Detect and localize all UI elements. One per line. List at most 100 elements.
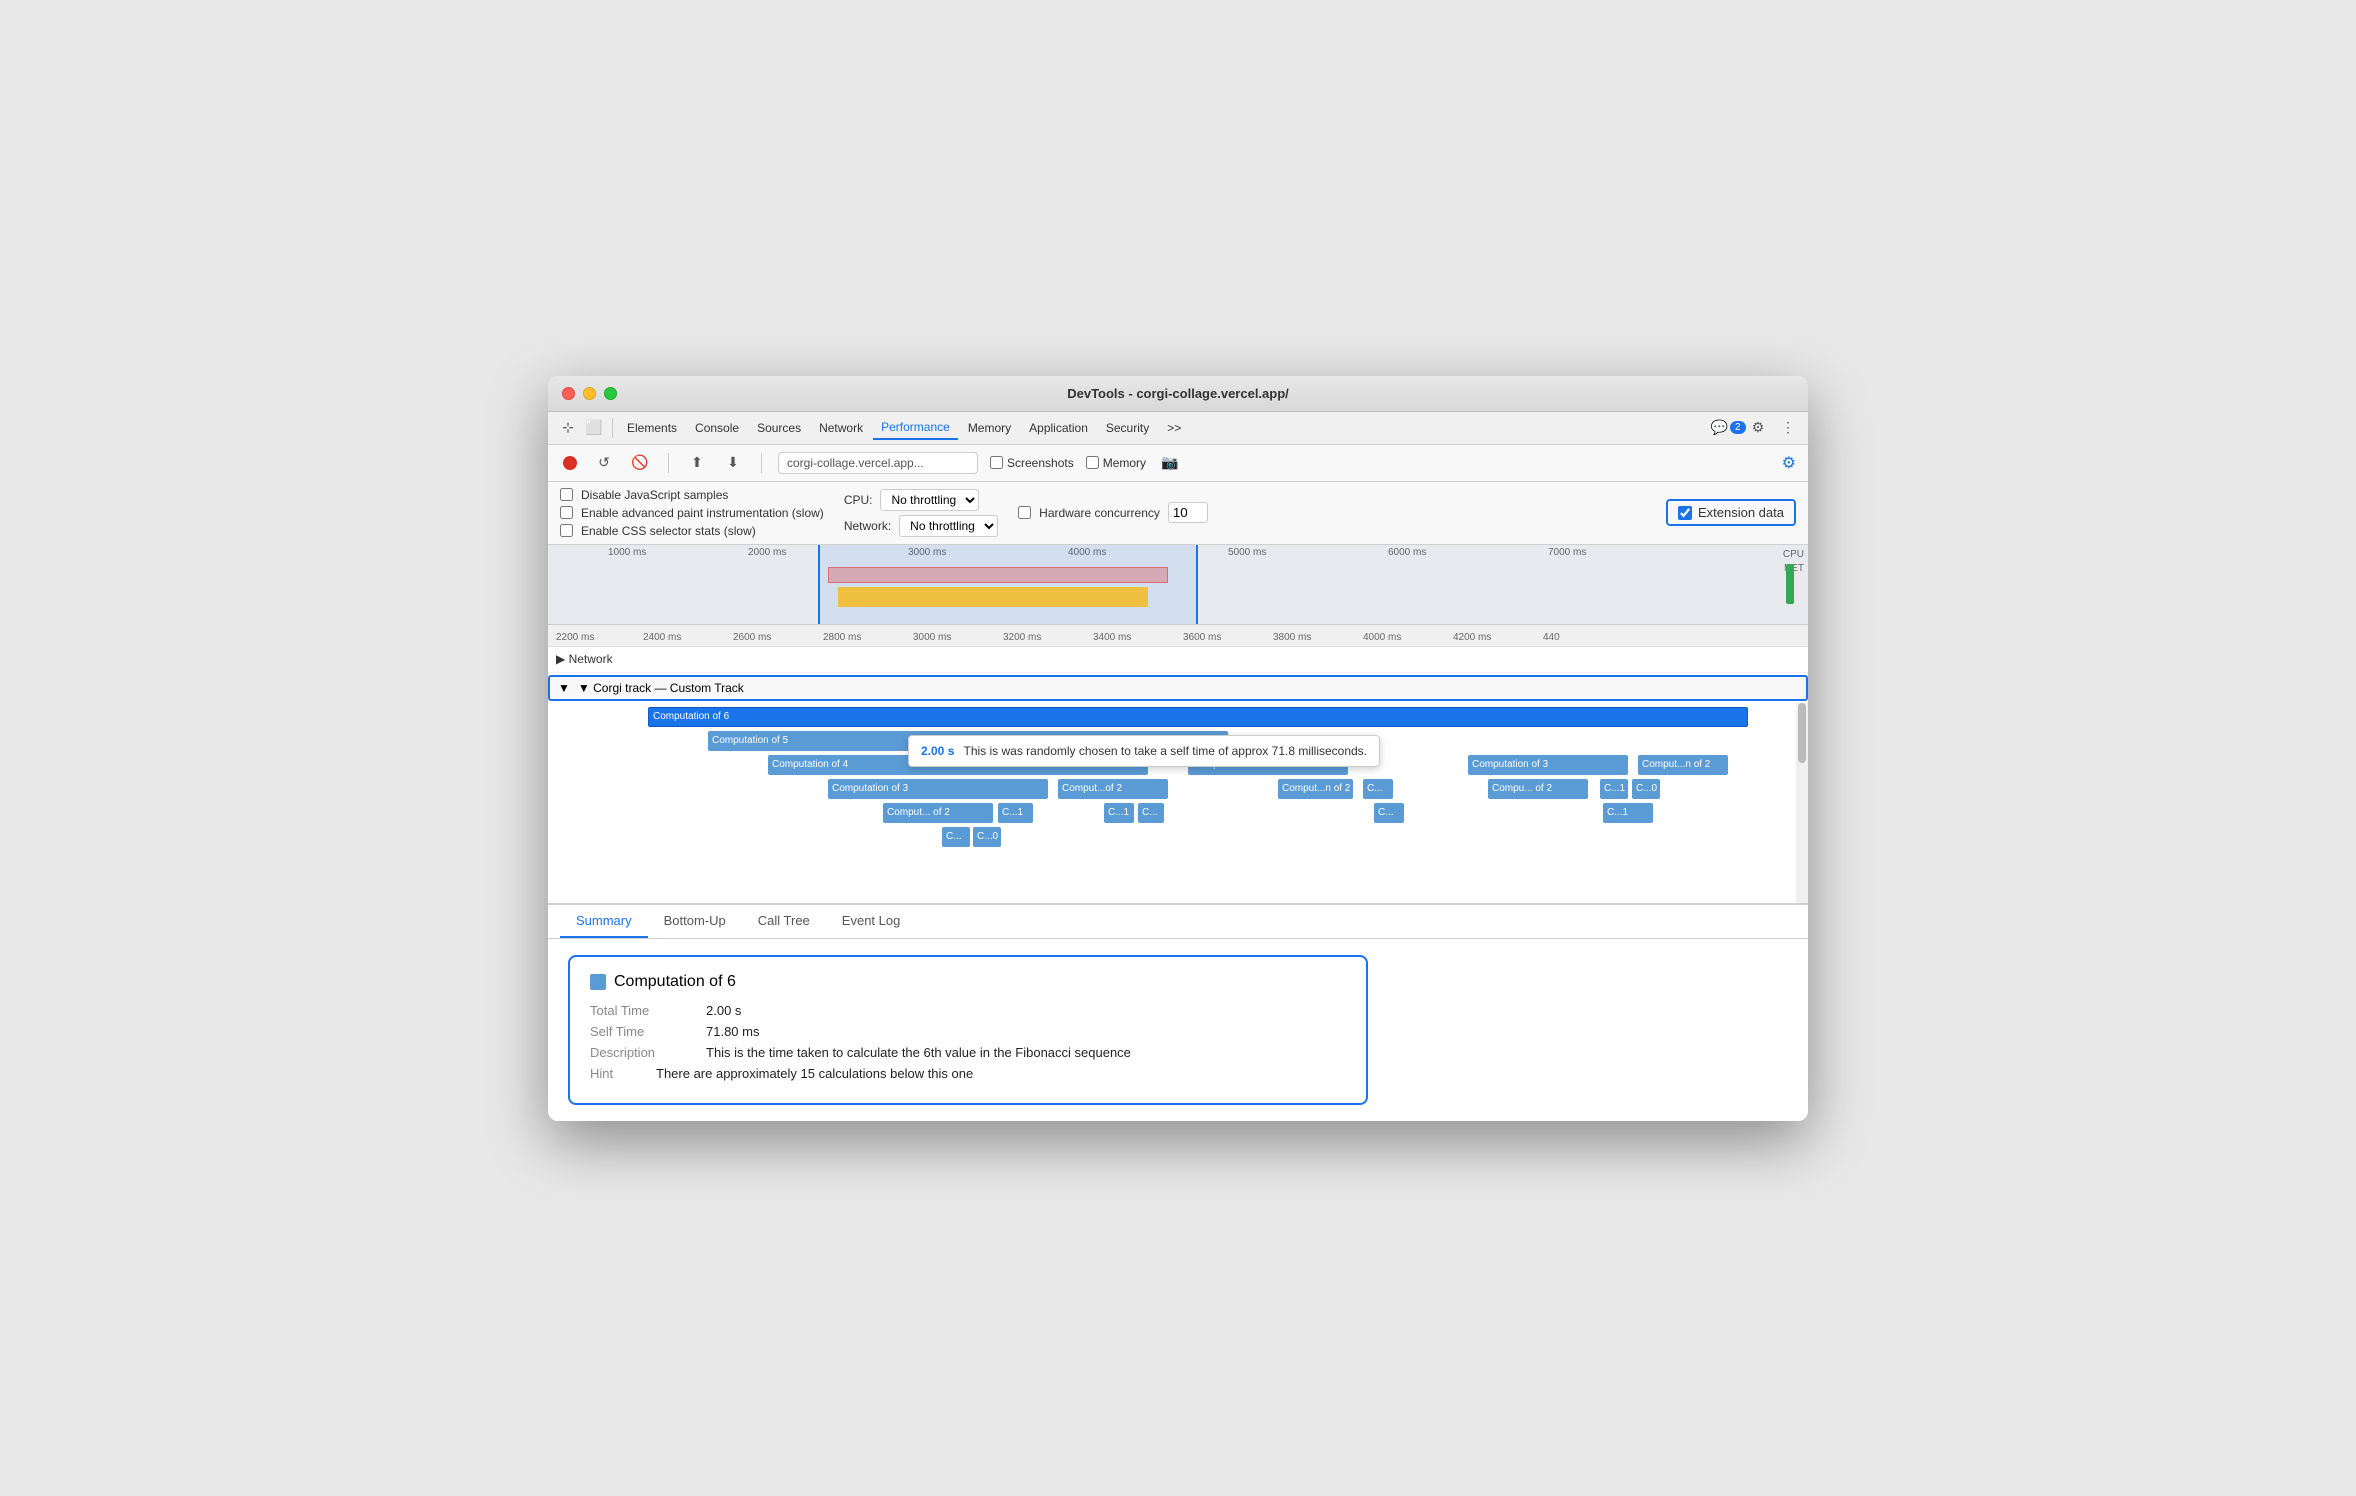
screenshots-option: Screenshots (990, 456, 1074, 470)
flame-block-comp3b[interactable]: Computation of 3 (1468, 755, 1628, 775)
settings-icon[interactable]: ⚙ (1746, 416, 1770, 440)
summary-hint-row: Hint There are approximately 15 calculat… (590, 1066, 1346, 1081)
screenshots-checkbox[interactable] (990, 456, 1003, 469)
tab-summary[interactable]: Summary (560, 905, 648, 938)
ruler-7000: 7000 ms (1548, 547, 1586, 558)
window-title: DevTools - corgi-collage.vercel.app/ (1067, 386, 1289, 401)
flame-block-r6-1[interactable]: C... (942, 827, 970, 847)
flame-block-r4-1[interactable]: Computation of 3 (828, 779, 1048, 799)
upload-icon[interactable]: ⬆ (685, 451, 709, 475)
memory-checkbox[interactable] (1086, 456, 1099, 469)
traffic-lights (562, 387, 617, 400)
flame-block-r4-5[interactable]: Compu... of 2 (1488, 779, 1588, 799)
option-col-2: CPU: No throttling Network: No throttlin… (844, 489, 998, 537)
summary-box: Computation of 6 Total Time 2.00 s Self … (568, 955, 1368, 1105)
badge: 2 (1730, 421, 1746, 434)
flame-block-r4-6[interactable]: C...1 (1600, 779, 1628, 799)
toolbar-right: 💬2 ⚙ ⋮ (1716, 416, 1800, 440)
url-display: corgi-collage.vercel.app... (778, 452, 978, 474)
minimize-button[interactable] (583, 387, 596, 400)
network-track-label[interactable]: ▶ Network (548, 652, 648, 666)
flame-block-r4-3[interactable]: Comput...n of 2 (1278, 779, 1353, 799)
devtools-window: DevTools - corgi-collage.vercel.app/ ⊹ ⬜… (548, 376, 1808, 1121)
tab-performance[interactable]: Performance (873, 416, 958, 440)
sep-3 (761, 453, 762, 473)
main-toolbar: ⊹ ⬜ Elements Console Sources Network Per… (548, 412, 1808, 445)
disable-js-checkbox[interactable] (560, 488, 573, 501)
tab-application[interactable]: Application (1021, 417, 1096, 439)
hint-val: There are approximately 15 calculations … (656, 1066, 973, 1081)
summary-panel: Computation of 6 Total Time 2.00 s Self … (548, 939, 1808, 1121)
ruler-2000: 2000 ms (748, 547, 786, 558)
tab-call-tree[interactable]: Call Tree (742, 905, 826, 938)
close-button[interactable] (562, 387, 575, 400)
flame-block-r5-4[interactable]: C... (1138, 803, 1164, 823)
chat-icon[interactable]: 💬2 (1716, 416, 1740, 440)
flame-row-5: Comput... of 2 C...1 C...1 C... C... C..… (648, 803, 1808, 825)
clear-icon[interactable]: 🚫 (628, 451, 652, 475)
rl-4200: 4200 ms (1453, 632, 1491, 643)
hardware-label: Hardware concurrency (1039, 506, 1160, 520)
flame-block-r4-4[interactable]: C... (1363, 779, 1393, 799)
flame-block-r5-2[interactable]: C...1 (998, 803, 1033, 823)
flame-block-r4-7[interactable]: C...0 (1632, 779, 1660, 799)
flame-block-comp2a[interactable]: Comput...n of 2 (1638, 755, 1728, 775)
rl-3800: 3800 ms (1273, 632, 1311, 643)
inspect-icon[interactable]: ⊹ (556, 416, 580, 440)
rl-3600: 3600 ms (1183, 632, 1221, 643)
record-circle (563, 456, 577, 470)
extension-data-checkbox[interactable] (1678, 506, 1692, 520)
flame-row-4: Computation of 3 Comput...of 2 Comput...… (648, 779, 1808, 801)
css-stats-checkbox[interactable] (560, 524, 573, 537)
timeline-container: 1000 ms 2000 ms 3000 ms 4000 ms 5000 ms … (548, 545, 1808, 904)
flame-block-comp6[interactable]: Computation of 6 (648, 707, 1748, 727)
record-button[interactable] (560, 453, 580, 473)
more-icon[interactable]: ⋮ (1776, 416, 1800, 440)
flame-block-r5-5[interactable]: C... (1374, 803, 1404, 823)
tab-security[interactable]: Security (1098, 417, 1157, 439)
advanced-paint-checkbox[interactable] (560, 506, 573, 519)
disable-js-option: Disable JavaScript samples (560, 488, 824, 502)
tab-elements[interactable]: Elements (619, 417, 685, 439)
reload-icon[interactable]: ↺ (592, 451, 616, 475)
settings-blue-icon[interactable]: ⚙ (1782, 455, 1796, 472)
vertical-scrollbar[interactable] (1796, 703, 1808, 903)
description-val: This is the time taken to calculate the … (706, 1045, 1131, 1060)
download-icon[interactable]: ⬇ (721, 451, 745, 475)
scrollbar-thumb[interactable] (1798, 703, 1806, 763)
timeline-overview[interactable]: 1000 ms 2000 ms 3000 ms 4000 ms 5000 ms … (548, 545, 1808, 625)
cpu-select[interactable]: No throttling (880, 489, 979, 511)
advanced-paint-label: Enable advanced paint instrumentation (s… (581, 506, 824, 520)
css-stats-label: Enable CSS selector stats (slow) (581, 524, 756, 538)
device-icon[interactable]: ⬜ (582, 416, 606, 440)
options-bar: Disable JavaScript samples Enable advanc… (548, 482, 1808, 545)
flame-block-r5-3[interactable]: C...1 (1104, 803, 1134, 823)
summary-desc-row: Description This is the time taken to ca… (590, 1045, 1346, 1060)
flame-block-r5-6[interactable]: C...1 (1603, 803, 1653, 823)
flame-row-1: Computation of 6 (648, 707, 1808, 729)
flame-block-r5-1[interactable]: Comput... of 2 (883, 803, 993, 823)
tab-more[interactable]: >> (1159, 417, 1189, 439)
timeline-selection[interactable] (818, 545, 1198, 624)
hardware-value[interactable] (1168, 502, 1208, 523)
flame-content-6: C... C...0 (648, 827, 1808, 849)
tab-console[interactable]: Console (687, 417, 747, 439)
summary-color-box (590, 974, 606, 990)
ruler-6000: 6000 ms (1388, 547, 1426, 558)
flame-block-r6-2[interactable]: C...0 (973, 827, 1001, 847)
flame-block-r4-2[interactable]: Comput...of 2 (1058, 779, 1168, 799)
camera-icon[interactable]: 📷 (1158, 451, 1182, 475)
tab-bottom-up[interactable]: Bottom-Up (648, 905, 742, 938)
tab-sources[interactable]: Sources (749, 417, 809, 439)
maximize-button[interactable] (604, 387, 617, 400)
custom-track-header[interactable]: ▼ ▼ Corgi track — Custom Track (548, 675, 1808, 701)
screenshots-label: Screenshots (1007, 456, 1074, 470)
tab-network[interactable]: Network (811, 417, 871, 439)
hardware-checkbox[interactable] (1018, 506, 1031, 519)
network-select[interactable]: No throttling (899, 515, 998, 537)
tab-event-log[interactable]: Event Log (826, 905, 917, 938)
ruler-1000: 1000 ms (608, 547, 646, 558)
network-track-content (648, 647, 1808, 672)
tab-memory[interactable]: Memory (960, 417, 1019, 439)
network-option: Network: No throttling (844, 515, 998, 537)
